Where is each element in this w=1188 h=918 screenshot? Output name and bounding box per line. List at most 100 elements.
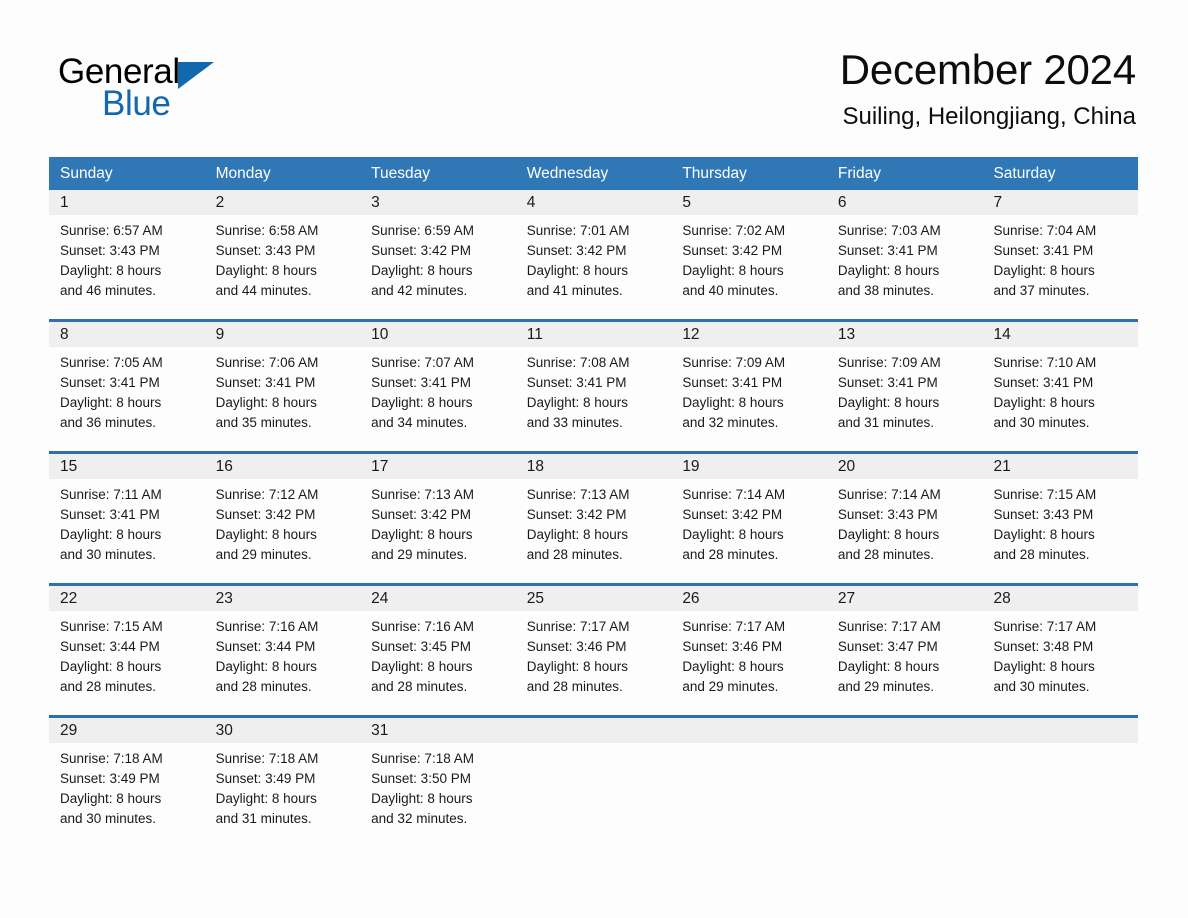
day-number[interactable]: 20 [827,454,983,479]
day-detail-line: Daylight: 8 hours [682,527,784,542]
day-detail-line: and 32 minutes. [371,811,468,826]
day-number[interactable]: 17 [360,454,516,479]
day-number[interactable]: 23 [205,586,361,611]
day-detail-line: Daylight: 8 hours [682,659,784,674]
day-detail-line: Sunset: 3:48 PM [993,639,1094,654]
day-detail-line: Daylight: 8 hours [837,263,940,278]
day-number[interactable]: 15 [49,454,205,479]
day-cell[interactable]: Sunrise: 7:18 AM Sunset: 3:50 PM Daylight:… [360,749,516,829]
day-number[interactable]: 22 [49,586,205,611]
day-cell[interactable]: Sunrise: 7:05 AM Sunset: 3:41 PM Daylight:… [49,353,205,433]
day-detail-line: and 32 minutes. [682,415,779,430]
day-number[interactable]: 6 [827,190,983,215]
day-number[interactable]: 27 [827,586,983,611]
day-cell[interactable]: Sunrise: 7:11 AM Sunset: 3:41 PM Daylight:… [49,485,205,565]
day-number[interactable]: 16 [205,454,361,479]
day-cell[interactable]: Sunrise: 7:01 AM Sunset: 3:42 PM Daylight:… [516,221,672,301]
day-detail-line: Sunset: 3:49 PM [60,771,160,786]
weekday-header-friday: Friday [837,165,881,182]
location-subtitle: Suiling, Heilongjiang, China [842,103,1136,130]
day-number[interactable]: 28 [982,586,1138,611]
day-detail-line: Sunrise: 7:17 AM [837,619,941,634]
day-cell[interactable]: Sunrise: 7:18 AM Sunset: 3:49 PM Daylight:… [49,749,205,829]
day-detail-line: Sunset: 3:47 PM [837,639,938,654]
day-number[interactable]: 2 [205,190,361,215]
day-number[interactable]: 25 [516,586,672,611]
day-detail-line: and 37 minutes. [993,283,1090,298]
day-cell[interactable]: Sunrise: 7:04 AM Sunset: 3:41 PM Daylight:… [982,221,1138,301]
day-detail-line: Sunrise: 7:03 AM [837,223,941,238]
day-number[interactable]: 30 [205,718,361,743]
day-detail-line: and 30 minutes. [60,547,157,562]
day-number[interactable]: 8 [49,322,205,347]
weekday-header-wednesday: Wednesday [526,165,609,182]
day-cell[interactable]: Sunrise: 7:17 AM Sunset: 3:46 PM Daylight:… [516,617,672,697]
day-detail-line: Sunset: 3:44 PM [215,639,316,654]
day-number-empty [671,718,827,743]
day-number[interactable]: 18 [516,454,672,479]
page-title: December 2024 [839,46,1136,93]
day-number[interactable]: 12 [671,322,827,347]
day-number[interactable]: 26 [671,586,827,611]
day-detail-line: Daylight: 8 hours [837,395,940,410]
day-number[interactable]: 7 [982,190,1138,215]
day-number[interactable]: 24 [360,586,516,611]
day-cell[interactable]: Sunrise: 7:06 AM Sunset: 3:41 PM Daylight:… [205,353,361,433]
generalblue-logo[interactable]: General Blue [58,52,378,132]
day-detail-line: Sunrise: 7:07 AM [371,355,474,370]
day-cell[interactable]: Sunrise: 7:15 AM Sunset: 3:43 PM Daylight:… [982,485,1138,565]
page-header: General Blue December 2024 Suiling, Heil… [0,0,1188,152]
day-detail-line: Sunset: 3:41 PM [215,375,316,390]
day-cell[interactable]: Sunrise: 6:58 AM Sunset: 3:43 PM Daylight:… [205,221,361,301]
day-cell[interactable]: Sunrise: 7:13 AM Sunset: 3:42 PM Daylight:… [516,485,672,565]
day-number[interactable]: 10 [360,322,516,347]
day-cell[interactable]: Sunrise: 7:12 AM Sunset: 3:42 PM Daylight:… [205,485,361,565]
day-cell[interactable]: Sunrise: 7:17 AM Sunset: 3:46 PM Daylight:… [671,617,827,697]
weekday-header-tuesday: Tuesday [371,165,431,182]
day-cell[interactable]: Sunrise: 6:57 AM Sunset: 3:43 PM Daylight:… [49,221,205,301]
day-cell[interactable]: Sunrise: 7:14 AM Sunset: 3:42 PM Daylight:… [671,485,827,565]
day-detail-line: Sunset: 3:42 PM [682,243,783,258]
day-number[interactable]: 29 [49,718,205,743]
day-cell[interactable]: Sunrise: 7:03 AM Sunset: 3:41 PM Daylight:… [827,221,983,301]
weekday-header-thursday: Thursday [682,165,747,182]
day-detail-line: and 28 minutes. [60,679,157,694]
day-cell[interactable]: Sunrise: 7:18 AM Sunset: 3:49 PM Daylight:… [205,749,361,829]
day-detail-line: Sunrise: 7:13 AM [371,487,474,502]
day-number[interactable]: 1 [49,190,205,215]
title-block: December 2024 Suiling, Heilongjiang, Chi… [840,44,1136,132]
day-number[interactable]: 14 [982,322,1138,347]
day-cell[interactable]: Sunrise: 7:08 AM Sunset: 3:41 PM Daylight:… [516,353,672,433]
day-detail-line: Sunrise: 7:12 AM [215,487,319,502]
day-cell[interactable]: Sunrise: 7:13 AM Sunset: 3:42 PM Daylight:… [360,485,516,565]
day-detail-line: Sunrise: 7:13 AM [526,487,630,502]
day-cell[interactable]: Sunrise: 7:17 AM Sunset: 3:47 PM Daylight:… [827,617,983,697]
day-number[interactable]: 19 [671,454,827,479]
day-number[interactable]: 13 [827,322,983,347]
day-cell[interactable]: Sunrise: 7:15 AM Sunset: 3:44 PM Daylight:… [49,617,205,697]
day-cell[interactable]: Sunrise: 7:16 AM Sunset: 3:44 PM Daylight:… [205,617,361,697]
day-cell[interactable]: Sunrise: 7:09 AM Sunset: 3:41 PM Daylight:… [827,353,983,433]
day-cell[interactable]: Sunrise: 6:59 AM Sunset: 3:42 PM Daylight:… [360,221,516,301]
day-number-empty [982,718,1138,743]
day-number[interactable]: 31 [360,718,516,743]
day-cell[interactable]: Sunrise: 7:10 AM Sunset: 3:41 PM Daylight:… [982,353,1138,433]
day-detail-line: Sunset: 3:42 PM [215,507,316,522]
day-cell[interactable]: Sunrise: 7:16 AM Sunset: 3:45 PM Daylight:… [360,617,516,697]
day-number[interactable]: 3 [360,190,516,215]
day-number[interactable]: 11 [516,322,672,347]
day-cell[interactable]: Sunrise: 7:09 AM Sunset: 3:41 PM Daylight:… [671,353,827,433]
day-cell[interactable]: Sunrise: 7:07 AM Sunset: 3:41 PM Daylight:… [360,353,516,433]
day-detail-line: Daylight: 8 hours [215,263,317,278]
day-detail-line: Sunrise: 7:09 AM [837,355,941,370]
day-number[interactable]: 9 [205,322,361,347]
day-cell[interactable]: Sunrise: 7:14 AM Sunset: 3:43 PM Daylight:… [827,485,983,565]
day-cell[interactable]: Sunrise: 7:17 AM Sunset: 3:48 PM Daylight:… [982,617,1138,697]
day-number[interactable]: 4 [516,190,672,215]
day-cell[interactable]: Sunrise: 7:02 AM Sunset: 3:42 PM Daylight:… [671,221,827,301]
day-number[interactable]: 21 [982,454,1138,479]
day-detail-line: and 36 minutes. [60,415,157,430]
day-number[interactable]: 5 [671,190,827,215]
calendar-grid: Sunday Monday Tuesday Wednesday Thursday Frid… [49,157,1138,835]
calendar-page: General Blue December 2024 Suiling, Heil… [0,0,1188,918]
